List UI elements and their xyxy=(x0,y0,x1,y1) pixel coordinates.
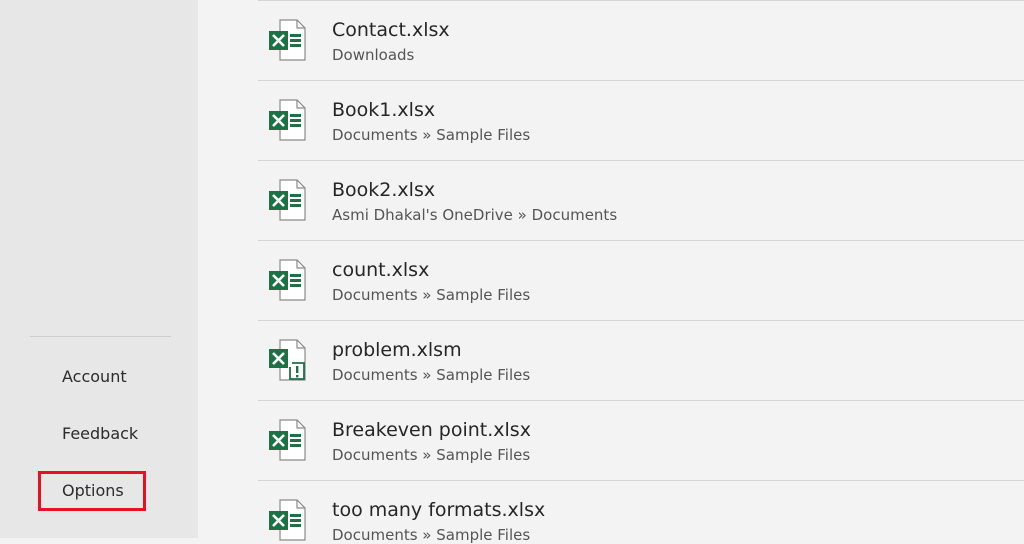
excel-file-icon xyxy=(269,259,306,301)
sidebar-item-account[interactable]: Account xyxy=(62,367,127,387)
sidebar-item-feedback[interactable]: Feedback xyxy=(62,424,138,444)
file-name: count.xlsx xyxy=(332,259,430,281)
file-path: Documents » Sample Files xyxy=(332,526,531,544)
file-name: Book1.xlsx xyxy=(332,99,436,121)
file-path: Downloads xyxy=(332,46,415,64)
file-path: Documents » Sample Files xyxy=(332,446,531,464)
file-name: too many formats.xlsx xyxy=(332,499,546,521)
excel-file-icon xyxy=(269,19,306,61)
file-row[interactable]: problem.xlsm Documents » Sample Files xyxy=(258,320,1024,401)
file-name: Book2.xlsx xyxy=(332,179,436,201)
file-path: Documents » Sample Files xyxy=(332,126,531,144)
options-highlight-box xyxy=(38,471,146,511)
excel-macro-file-icon xyxy=(269,339,306,381)
file-row[interactable]: too many formats.xlsx Documents » Sample… xyxy=(258,480,1024,544)
backstage-sidebar: Account Feedback Options xyxy=(0,0,198,538)
excel-file-icon xyxy=(269,179,306,221)
excel-file-icon xyxy=(269,99,306,141)
file-row[interactable]: Breakeven point.xlsx Documents » Sample … xyxy=(258,400,1024,481)
sidebar-divider xyxy=(30,336,171,337)
file-path: Documents » Sample Files xyxy=(332,366,531,384)
file-name: problem.xlsm xyxy=(332,339,462,361)
file-path: Asmi Dhakal's OneDrive » Documents xyxy=(332,206,618,224)
file-name: Breakeven point.xlsx xyxy=(332,419,531,441)
file-name: Contact.xlsx xyxy=(332,19,450,41)
recent-files-panel: Contact.xlsx Downloads Book1.xlsx Docume… xyxy=(198,0,1024,544)
excel-file-icon xyxy=(269,499,306,541)
file-row[interactable]: Book2.xlsx Asmi Dhakal's OneDrive » Docu… xyxy=(258,160,1024,241)
excel-file-icon xyxy=(269,419,306,461)
file-row[interactable]: count.xlsx Documents » Sample Files xyxy=(258,240,1024,321)
file-row[interactable]: Contact.xlsx Downloads xyxy=(258,0,1024,81)
file-row[interactable]: Book1.xlsx Documents » Sample Files xyxy=(258,80,1024,161)
file-path: Documents » Sample Files xyxy=(332,286,531,304)
